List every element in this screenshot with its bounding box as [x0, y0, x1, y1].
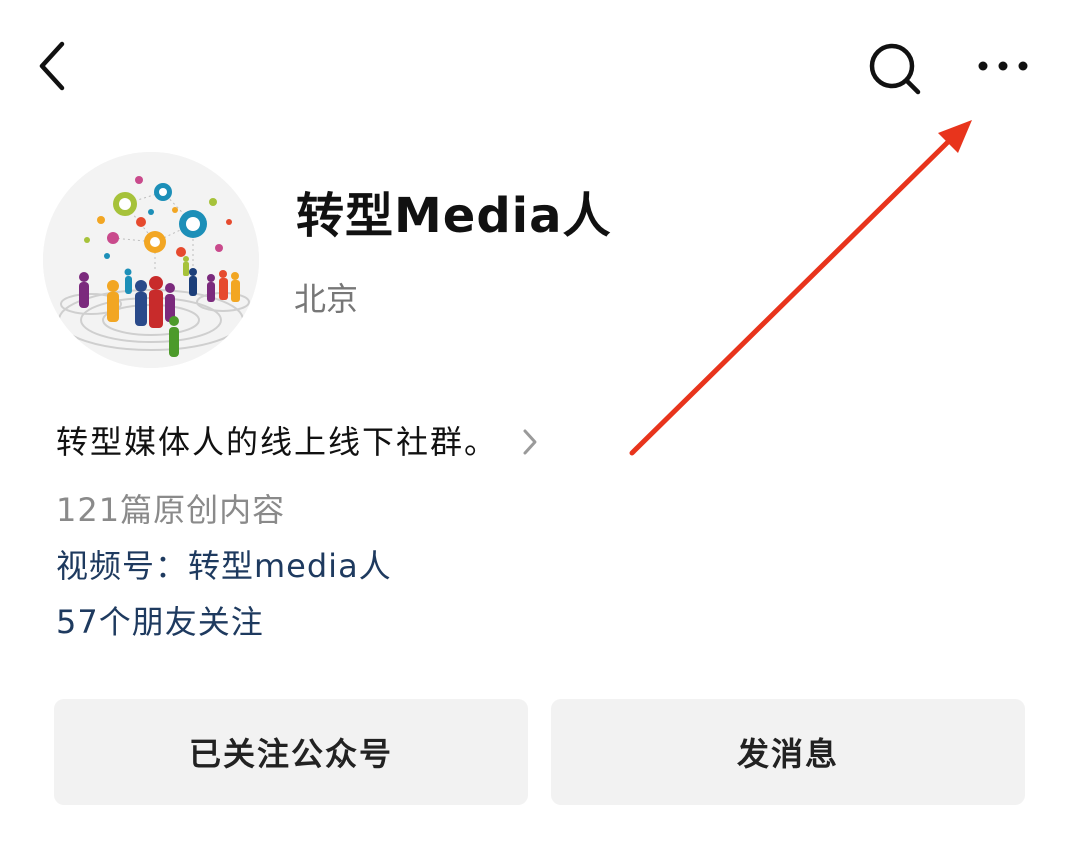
- followed-account-button[interactable]: 已关注公众号: [54, 699, 528, 805]
- account-description-row[interactable]: 转型媒体人的线上线下社群。: [56, 414, 540, 470]
- account-avatar[interactable]: [43, 152, 259, 368]
- more-options-button[interactable]: [970, 44, 1036, 88]
- account-location: 北京: [294, 280, 359, 318]
- account-name: 转型Media人: [296, 188, 612, 244]
- account-description: 转型媒体人的线上线下社群。: [56, 423, 499, 461]
- search-button[interactable]: [862, 36, 928, 102]
- send-message-button[interactable]: 发消息: [551, 699, 1025, 805]
- friends-following-link[interactable]: 57个朋友关注: [56, 596, 264, 648]
- chevron-right-icon: [523, 429, 537, 455]
- chevron-left-icon: [39, 41, 65, 91]
- network-people-avatar-image: [43, 152, 259, 368]
- top-navigation-bar: [0, 0, 1079, 130]
- more-horizontal-icon: [978, 61, 1028, 71]
- video-channel-link[interactable]: 视频号：转型media人: [56, 540, 392, 592]
- original-article-count: 121篇原创内容: [56, 491, 286, 529]
- back-button[interactable]: [30, 38, 80, 94]
- search-icon: [869, 43, 921, 95]
